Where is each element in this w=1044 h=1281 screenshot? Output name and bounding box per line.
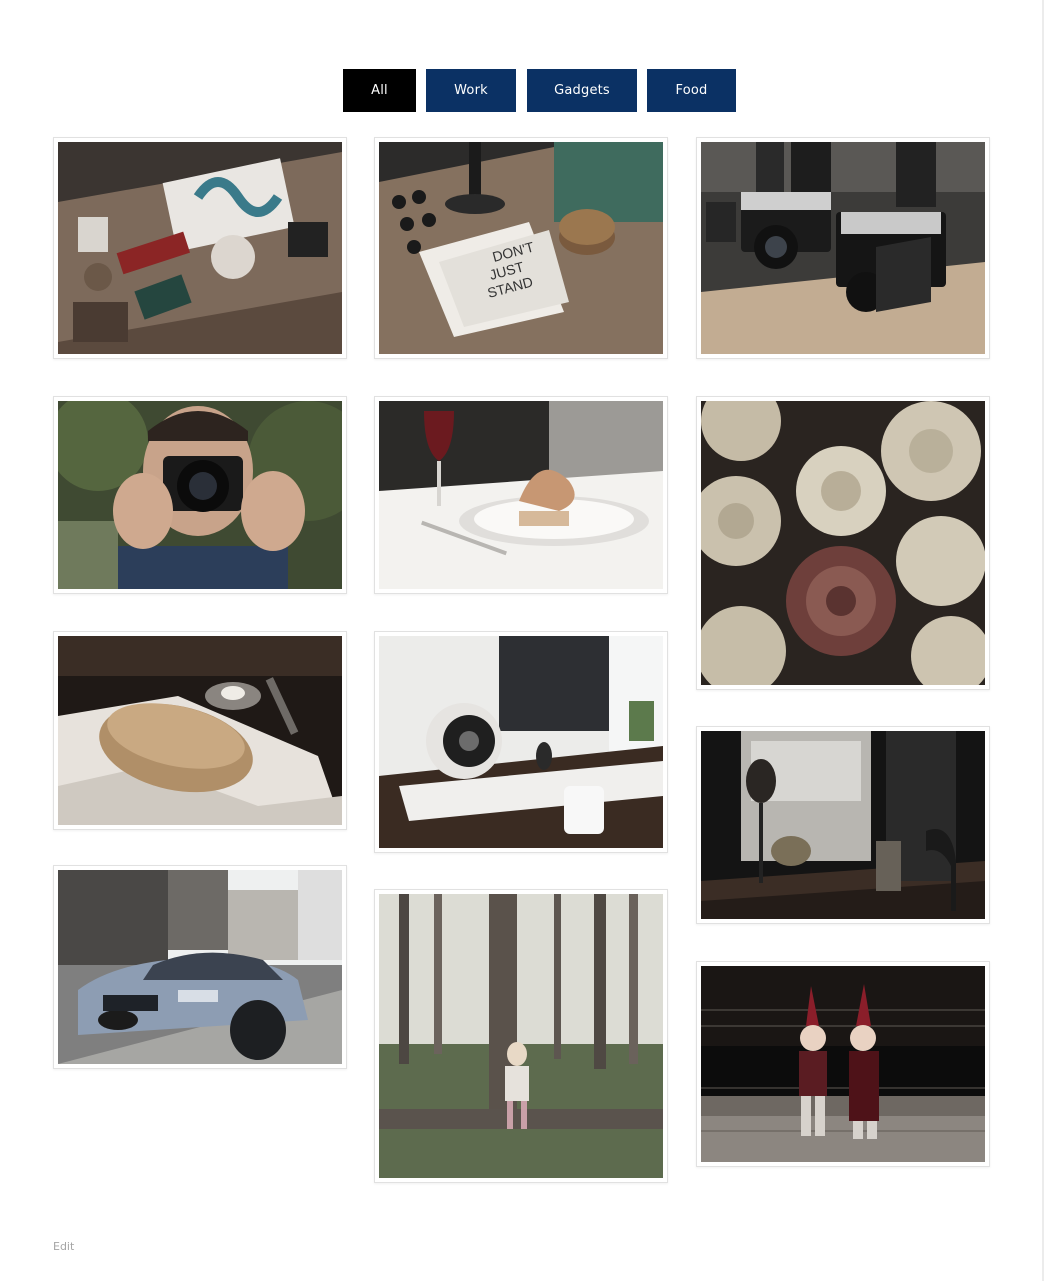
photo-dinner-plate (379, 401, 663, 589)
photo-desk-flatlay (58, 142, 342, 354)
gallery-item-girl-in-forest[interactable] (374, 889, 668, 1183)
filter-all-button[interactable]: All (343, 69, 416, 112)
gallery-item-desk-flatlay[interactable] (53, 137, 347, 359)
gallery-item-figurines[interactable] (696, 961, 990, 1167)
photo-silver-car (58, 870, 342, 1064)
gallery-item-speaker-workspace[interactable] (374, 631, 668, 853)
filter-gadgets-button[interactable]: Gadgets (527, 69, 637, 112)
filter-work-button[interactable]: Work (426, 69, 516, 112)
gallery-item-roses[interactable] (691, 381, 991, 696)
photo-bread-loaf (58, 636, 342, 825)
gallery-item-dinner-plate[interactable] (374, 396, 668, 594)
edit-link[interactable]: Edit (53, 1240, 74, 1253)
photo-man-with-camera (48, 391, 368, 589)
photo-speaker-workspace (379, 636, 663, 848)
filter-food-button[interactable]: Food (647, 69, 736, 112)
photo-vintage-cameras (701, 142, 985, 354)
gallery-item-mannequin-window[interactable] (696, 726, 990, 924)
photo-figurines (701, 966, 985, 1162)
gallery-item-notebook-desk[interactable]: DON'T JUST STAND (374, 137, 668, 359)
gallery-item-silver-car[interactable] (53, 865, 347, 1069)
gallery-item-vintage-cameras[interactable] (696, 137, 990, 359)
photo-girl-in-forest (379, 894, 663, 1178)
gallery-item-bread-loaf[interactable] (53, 631, 347, 830)
photo-mannequin-window (701, 731, 985, 919)
gallery-item-man-with-camera[interactable] (48, 391, 368, 594)
photo-roses (691, 381, 991, 696)
photo-notebook-desk: DON'T JUST STAND (379, 142, 663, 354)
